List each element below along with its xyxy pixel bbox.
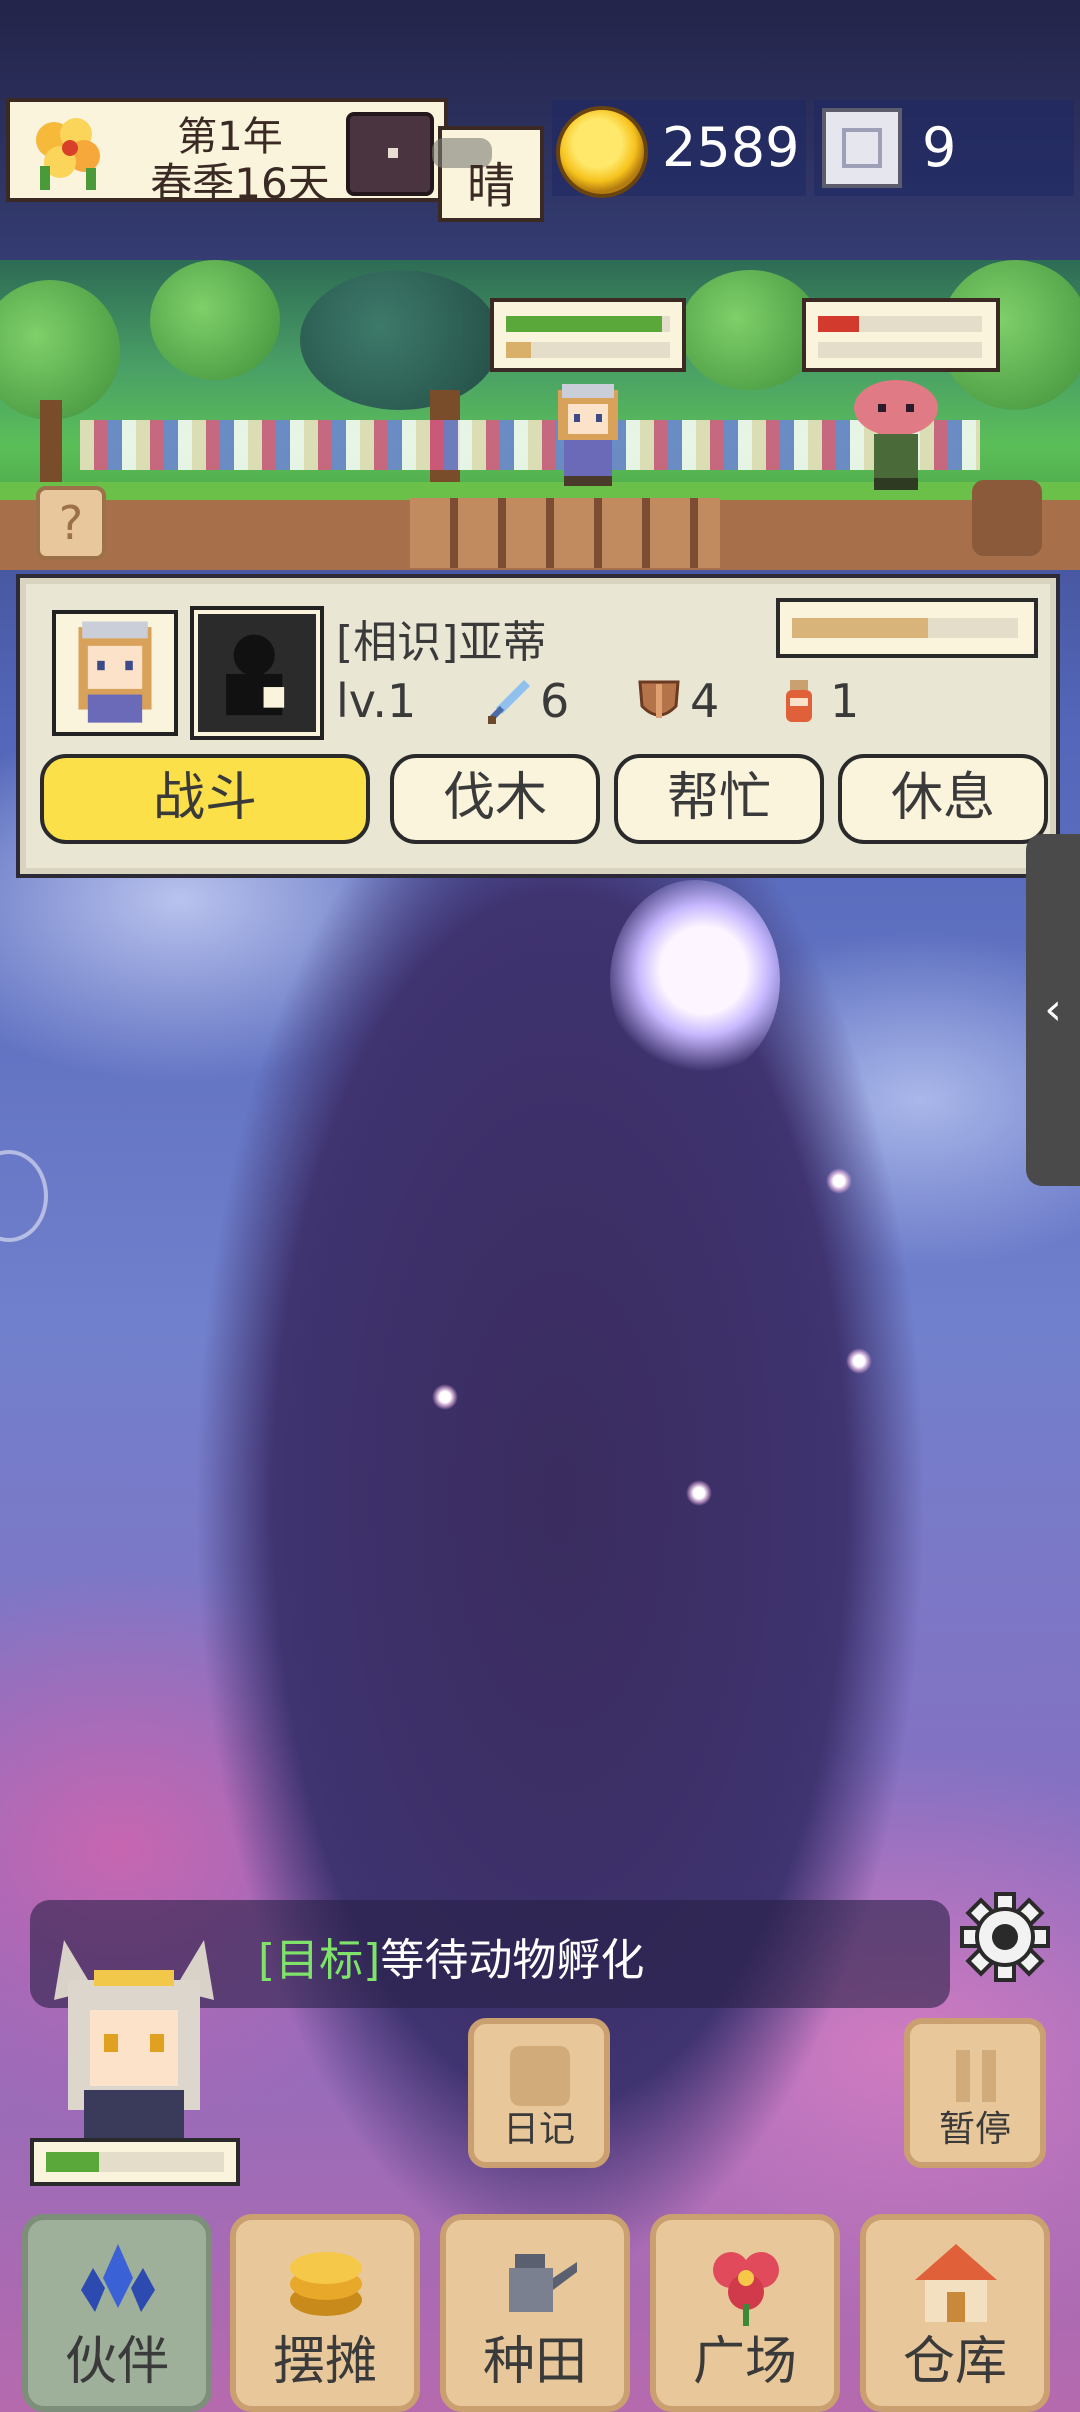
- nav-stall-label: 摆摊: [272, 2332, 377, 2392]
- flower-icon: [713, 2252, 779, 2326]
- season-day-label: 春季16天: [150, 159, 330, 208]
- gold-coin-icon: [556, 106, 648, 198]
- date-panel[interactable]: 第1年 春季16天: [6, 98, 448, 208]
- player-avatar[interactable]: [34, 1930, 234, 2144]
- tree: [0, 280, 120, 420]
- coin-stack-icon: [290, 2252, 362, 2316]
- potion-stat: 1: [776, 674, 859, 728]
- moon-glow: [610, 880, 780, 1080]
- companion-hp-track: [792, 618, 1018, 638]
- bag-icon[interactable]: [972, 480, 1042, 556]
- flower-bed: [80, 420, 980, 470]
- hero-hp-fill: [506, 316, 662, 332]
- sparkle: [846, 1348, 872, 1374]
- tree-trunk: [40, 400, 62, 490]
- nav-companion[interactable]: 伙伴: [22, 2214, 212, 2412]
- tree: [150, 260, 280, 380]
- potion-icon: [786, 680, 812, 722]
- calendar-icon[interactable]: [346, 112, 434, 196]
- sword-icon: [488, 680, 530, 724]
- watering-can-icon: [509, 2254, 577, 2312]
- chevron-left-icon: ‹: [1044, 984, 1062, 1035]
- tab-rest[interactable]: 休息: [838, 754, 1048, 844]
- companion-card: [相识]亚蒂 lv.1 6 4 1 战斗 伐木 帮忙 休息: [20, 578, 1056, 874]
- nav-plaza[interactable]: 广场: [650, 2214, 840, 2412]
- pause-label: 暂停: [938, 2109, 1011, 2150]
- player-hp-fill: [46, 2152, 100, 2172]
- attack-value: 6: [540, 674, 570, 728]
- top-bar: 第1年 春季16天 晴 2589 9: [0, 90, 1080, 222]
- fence: [410, 498, 720, 568]
- tab-help[interactable]: 帮忙: [614, 754, 824, 844]
- sparkle: [826, 1168, 852, 1194]
- hero-stamina-fill: [506, 342, 531, 358]
- level-label: lv.1: [336, 674, 417, 728]
- goal-description: 等待动物孵化: [380, 1935, 645, 1986]
- companion-hp-panel: [776, 598, 1038, 658]
- level-stat: lv.1: [336, 674, 416, 728]
- gem-icon: [822, 108, 902, 188]
- tree: [680, 270, 820, 390]
- defense-value: 4: [690, 674, 720, 728]
- companion-stats: lv.1 6 4 1: [336, 674, 1036, 734]
- help-icon[interactable]: ?: [36, 486, 106, 560]
- goal-tag: [目标]: [258, 1935, 381, 1986]
- coin-amount: 2589: [662, 116, 800, 179]
- hero-stamina-track: [506, 342, 670, 358]
- tab-logging[interactable]: 伐木: [390, 754, 600, 844]
- gear-icon[interactable]: [958, 1890, 1052, 1984]
- nav-companion-label: 伙伴: [64, 2332, 169, 2392]
- enemy-health-panel: [802, 298, 1000, 372]
- sparkle: [432, 1384, 458, 1410]
- pine-tree: [300, 270, 500, 410]
- pause-button[interactable]: 暂停: [904, 2018, 1046, 2168]
- enemy-hp-fill: [818, 316, 859, 332]
- defense-stat: 4: [636, 674, 719, 728]
- nav-farm[interactable]: 种田: [440, 2214, 630, 2412]
- gem-amount: 9: [922, 116, 957, 179]
- sparkle: [686, 1480, 712, 1506]
- hero-hp-track: [506, 316, 670, 332]
- weather-panel[interactable]: 晴: [432, 126, 544, 222]
- nav-warehouse[interactable]: 仓库: [860, 2214, 1050, 2412]
- nav-stall[interactable]: 摆摊: [230, 2214, 420, 2412]
- diary-label: 日记: [502, 2109, 575, 2150]
- tab-battle[interactable]: 战斗: [40, 754, 370, 844]
- player-hp-panel: [30, 2138, 240, 2186]
- hero-sprite: [558, 384, 618, 486]
- attack-stat: 6: [486, 674, 569, 728]
- companion-portrait[interactable]: [52, 610, 178, 736]
- shield-icon: [638, 680, 680, 718]
- weather-label: 晴: [466, 158, 515, 214]
- locked-companion-silhouette[interactable]: [194, 610, 320, 736]
- companion-name: [相识]亚蒂: [336, 617, 547, 668]
- potion-value: 1: [830, 674, 860, 728]
- player-hp-track: [46, 2152, 224, 2172]
- season-flower-icon: [36, 118, 100, 190]
- hero-health-panel: [490, 298, 686, 372]
- house-icon: [915, 2244, 997, 2322]
- forest-scene: ?: [0, 260, 1080, 570]
- diary-icon: [510, 2046, 570, 2106]
- side-drawer-handle[interactable]: ‹: [1026, 834, 1080, 1186]
- gem-counter[interactable]: 9: [814, 100, 1074, 196]
- nav-farm-label: 种田: [482, 2332, 587, 2392]
- enemy-hp-track: [818, 316, 982, 332]
- mushroom-enemy-sprite: [854, 380, 938, 490]
- goal-text: [目标]等待动物孵化: [258, 1924, 644, 1988]
- crystal-icon: [81, 2244, 155, 2312]
- companion-hp-fill: [792, 618, 928, 638]
- coin-counter[interactable]: 2589: [552, 100, 806, 198]
- diary-button[interactable]: 日记: [468, 2018, 610, 2168]
- nav-plaza-label: 广场: [692, 2332, 797, 2392]
- enemy-sub-track: [818, 342, 982, 358]
- nav-warehouse-label: 仓库: [902, 2332, 1007, 2392]
- pause-icon: [946, 2046, 1006, 2106]
